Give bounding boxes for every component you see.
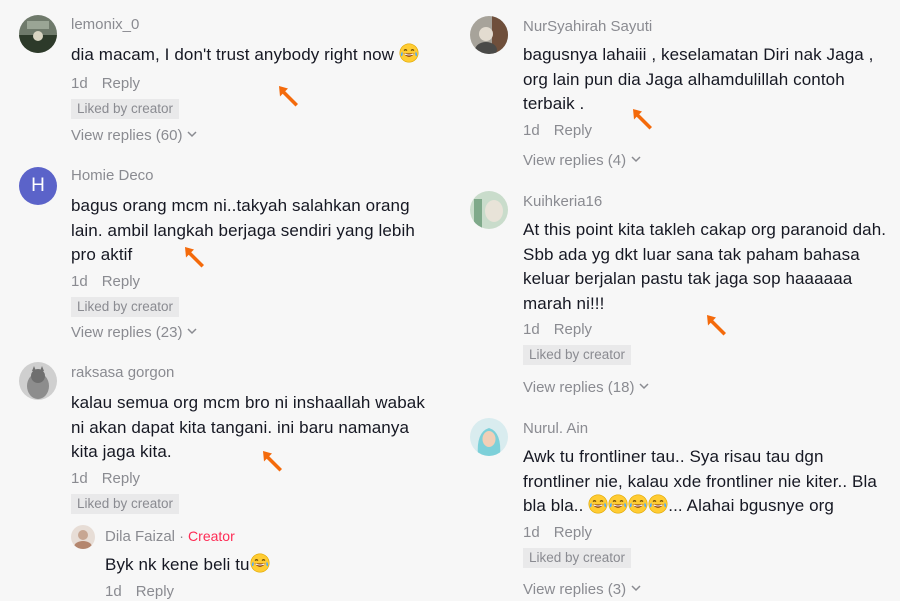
comment-text: Byk nk kene beli tu [105,553,435,578]
comment-meta: 1d Reply [523,524,895,542]
avatar[interactable] [470,16,508,54]
avatar[interactable]: H [19,167,57,205]
reply-button[interactable]: Reply [102,470,140,487]
username[interactable]: Homie Deco [71,167,431,185]
username[interactable]: Nurul. Ain [523,420,895,438]
chevron-down-icon [630,582,642,594]
pointer-cursor-icon [182,244,208,270]
username[interactable]: NurSyahirah Sayuti [523,18,893,36]
avatar-letter: H [31,175,45,196]
comment-item: Kuihkeria16 At this point kita takleh ca… [450,184,900,404]
liked-by-creator-badge: Liked by creator [523,345,632,365]
chevron-down-icon [638,380,650,392]
view-replies-button[interactable]: View replies (60) [71,127,198,144]
laughing-crying-emoji-icon [628,494,648,514]
view-replies-button[interactable]: View replies (3) [523,581,642,598]
laughing-crying-emoji-icon [608,494,628,514]
pointer-cursor-icon [630,106,656,132]
comment-text: bagus orang mcm ni..takyah salahkan oran… [71,196,415,264]
avatar[interactable] [19,362,57,400]
liked-by-creator-badge: Liked by creator [523,547,632,568]
timestamp: 1d [523,121,540,139]
comment-text: Awk tu frontliner tau.. Sya risau tau dg… [523,447,877,515]
liked-by-creator-badge: Liked by creator [71,296,180,317]
comment-item: raksasa gorgon kalau semua org mcm bro n… [0,355,450,600]
comment-item: NurSyahirah Sayuti bagusnya lahaiii , ke… [450,0,900,180]
comment-meta: 1d Reply [523,122,893,140]
creator-tag: Creator [188,528,235,544]
laughing-crying-emoji-icon [648,494,668,514]
timestamp: 1d [523,523,540,541]
avatar[interactable] [470,191,508,229]
reply-button[interactable]: Reply [136,583,174,600]
comment-item: Nurul. Ain Awk tu frontliner tau.. Sya r… [450,411,900,600]
timestamp: 1d [71,74,88,92]
chevron-down-icon [630,153,642,165]
reply-button[interactable]: Reply [554,321,592,338]
comment-meta: 1d Reply [71,75,441,93]
username[interactable]: lemonix_0 [71,16,441,34]
view-replies-button[interactable]: View replies (4) [523,152,642,169]
comment-item: H Homie Deco bagus orang mcm ni..takyah … [0,158,450,348]
comment-meta: 1d Reply [105,583,435,601]
pointer-cursor-icon [704,312,730,338]
avatar[interactable] [470,418,508,456]
username[interactable]: Kuihkeria16 [523,193,893,211]
comment-text: dia macam, I don't trust anybody right n… [71,43,441,68]
username[interactable]: Dila Faizal [105,528,175,545]
timestamp: 1d [71,272,88,290]
reply-button[interactable]: Reply [554,122,592,139]
chevron-down-icon [186,325,198,337]
avatar[interactable] [19,15,57,53]
comment-text: kalau semua org mcm bro ni inshaallah wa… [71,393,425,461]
reply-button[interactable]: Reply [102,75,140,92]
comment-text: bagusnya lahaiii , keselamatan Diri nak … [523,45,874,113]
reply-button[interactable]: Reply [102,273,140,290]
laughing-crying-emoji-icon [399,43,419,63]
reply-button[interactable]: Reply [554,524,592,541]
timestamp: 1d [71,469,88,487]
laughing-crying-emoji-icon [588,494,608,514]
liked-by-creator-badge: Liked by creator [71,98,180,119]
laughing-crying-emoji-icon [250,553,270,573]
liked-by-creator-badge: Liked by creator [71,493,180,514]
separator-dot: · [179,528,184,544]
timestamp: 1d [523,321,540,338]
pointer-cursor-icon [260,448,286,474]
username[interactable]: raksasa gorgon [71,364,431,382]
chevron-down-icon [186,128,198,140]
pointer-cursor-icon [276,83,302,109]
view-replies-button[interactable]: View replies (18) [523,379,650,396]
view-replies-button[interactable]: View replies (23) [71,324,198,341]
comment-text: At this point kita takleh cakap org para… [523,220,887,313]
comment-meta: 1d Reply [71,470,431,488]
timestamp: 1d [105,582,122,600]
avatar[interactable] [71,525,95,549]
comment-item: lemonix_0 dia macam, I don't trust anybo… [0,0,450,150]
comment-meta: 1d Reply [71,273,431,291]
